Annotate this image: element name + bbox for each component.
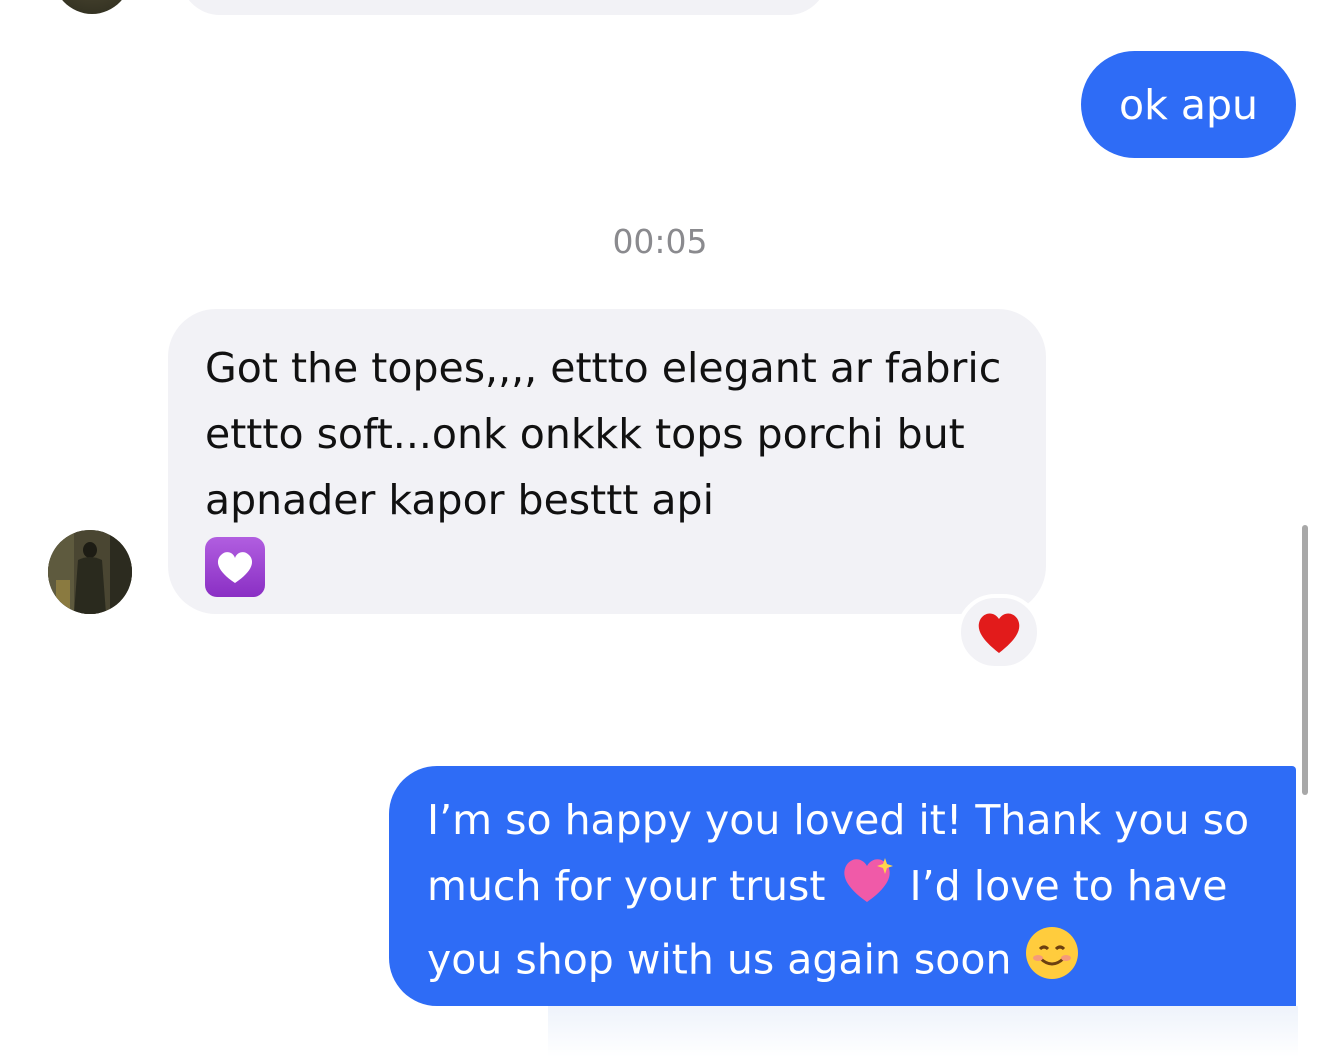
sparkling-heart-icon <box>839 854 897 925</box>
avatar-photo-icon <box>48 530 132 614</box>
received-message-bubble[interactable]: Got the topes,,,, ettto elegant ar fabri… <box>168 309 1046 614</box>
message-timestamp: 00:05 <box>612 222 708 261</box>
chat-thread: ok apu 00:05 Got the topes,,,, ettto ele… <box>0 0 1320 1057</box>
scrollbar[interactable] <box>1302 525 1308 795</box>
smiling-face-icon <box>1024 925 1082 1000</box>
sent-message-text: ok apu <box>1119 80 1258 129</box>
sender-avatar[interactable] <box>48 530 132 614</box>
received-message-bubble-partial[interactable] <box>180 0 828 15</box>
heart-decoration-icon <box>205 537 265 597</box>
sent-message-bubble-long[interactable]: I’m so happy you loved it! Thank you so … <box>389 766 1296 1006</box>
next-message-bubble-partial <box>548 1006 1298 1057</box>
red-heart-icon <box>978 613 1020 653</box>
sent-message-bubble[interactable]: ok apu <box>1081 51 1296 158</box>
sender-avatar-partial[interactable] <box>52 0 132 14</box>
received-message-text: Got the topes,,,, ettto elegant ar fabri… <box>205 344 1002 524</box>
heart-reaction-icon[interactable] <box>957 594 1041 670</box>
